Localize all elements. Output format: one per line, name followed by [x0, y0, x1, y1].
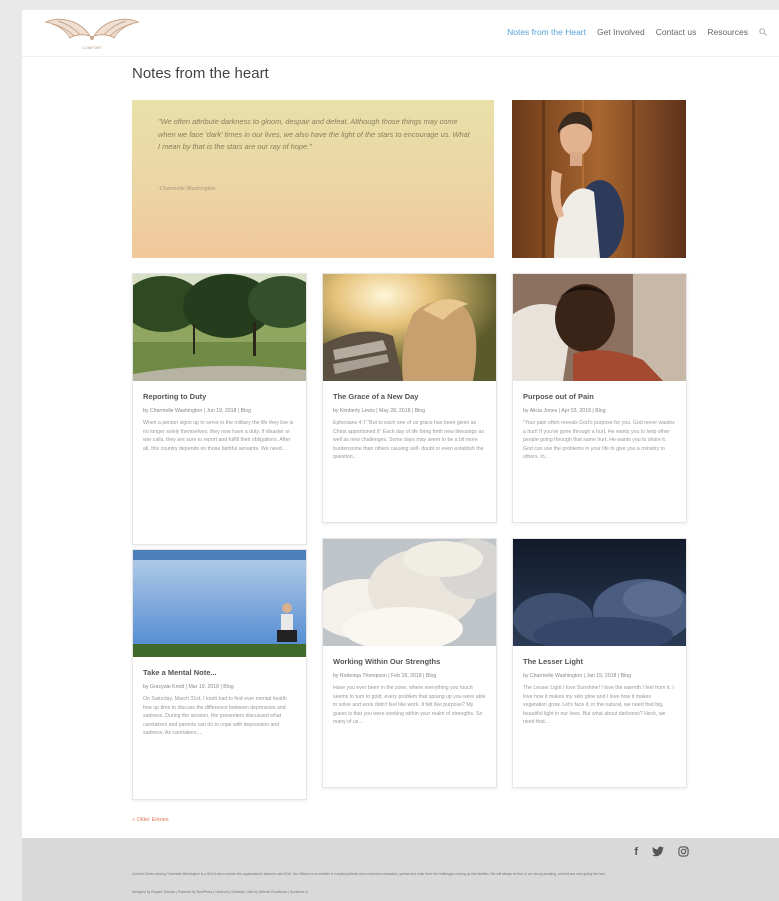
post-title[interactable]: The Grace of a New Day: [333, 392, 486, 401]
page-title: Notes from the heart: [132, 65, 269, 82]
post-excerpt: "Your pain often reveals God's purpose f…: [523, 420, 675, 460]
facebook-icon[interactable]: f: [634, 846, 638, 858]
post-card[interactable]: Purpose out of Pain by Alicia Jones | Ap…: [512, 273, 687, 523]
social-links: f: [634, 846, 689, 858]
search-icon[interactable]: [759, 28, 767, 36]
post-thumbnail[interactable]: [513, 539, 686, 646]
footer-credits: Designed by Elegant Themes | Powered by …: [132, 890, 309, 894]
post-meta: by Charmelle Washington | Jun 19, 2018 |…: [143, 408, 252, 414]
post-thumbnail[interactable]: [133, 274, 306, 381]
post-title[interactable]: Purpose out of Pain: [523, 392, 676, 401]
post-meta: by Roderiqa Thompson | Feb 18, 2018 | Bl…: [333, 673, 437, 679]
main-nav: Notes from the Heart Get Involved Contac…: [507, 27, 767, 37]
nav-item-get-involved[interactable]: Get Involved: [597, 27, 645, 37]
featured-quote-author: -Charmelle Washington-: [158, 186, 218, 192]
post-meta: by Gracyale Knott | Mar 19, 2018 | Blog: [143, 684, 234, 690]
featured-quote-card[interactable]: "We often attribute darkness to gloom, d…: [132, 100, 494, 258]
instagram-icon[interactable]: [678, 846, 689, 858]
older-entries-link[interactable]: « Older Entries: [132, 817, 169, 823]
post-card[interactable]: The Grace of a New Day by Kimberly Lewis…: [322, 273, 497, 523]
post-thumbnail[interactable]: [323, 274, 496, 381]
svg-text:COMFORT: COMFORT: [82, 45, 103, 50]
page: COMFORT Notes from the Heart Get Involve…: [22, 10, 779, 901]
site-logo[interactable]: COMFORT: [40, 12, 144, 52]
post-thumbnail[interactable]: [133, 550, 306, 657]
post-title[interactable]: Working Within Our Strengths: [333, 657, 486, 666]
post-meta: by Alicia Jones | Apr 03, 2018 | Blog: [523, 408, 606, 414]
twitter-icon[interactable]: [652, 846, 664, 858]
post-card[interactable]: Reporting to Duty by Charmelle Washingto…: [132, 273, 307, 545]
post-meta: by Charmelle Washington | Jan 15, 2018 |…: [523, 673, 632, 679]
post-title[interactable]: Reporting to Duty: [143, 392, 296, 401]
post-title[interactable]: The Lesser Light: [523, 657, 676, 666]
site-footer: f Comfort Givers serving Charmelle Washi…: [22, 838, 779, 901]
post-title[interactable]: Take a Mental Note...: [143, 668, 296, 677]
post-thumbnail[interactable]: [513, 274, 686, 381]
footer-mission-text: Comfort Givers serving Charmelle Washing…: [132, 872, 606, 876]
nav-item-resources[interactable]: Resources: [707, 27, 748, 37]
post-card[interactable]: Take a Mental Note... by Gracyale Knott …: [132, 549, 307, 800]
post-excerpt: Ephesians 4:7 "But to each one of us gra…: [333, 420, 484, 460]
post-excerpt: Have you ever been in the zone, where ev…: [333, 685, 486, 725]
post-excerpt: The Lesser Light I love Sunshine! I love…: [523, 685, 674, 725]
site-header: COMFORT Notes from the Heart Get Involve…: [22, 10, 779, 57]
featured-quote-text: "We often attribute darkness to gloom, d…: [158, 117, 470, 151]
post-meta: by Kimberly Lewis | May 28, 2018 | Blog: [333, 408, 426, 414]
featured-photo-girl[interactable]: [512, 100, 686, 258]
nav-item-contact-us[interactable]: Contact us: [656, 27, 697, 37]
post-excerpt: When a person signs up to serve in the m…: [143, 420, 294, 452]
post-excerpt: On Saturday, March 31st, I knelt had to …: [143, 696, 287, 736]
post-card[interactable]: Working Within Our Strengths by Roderiqa…: [322, 538, 497, 788]
nav-item-notes-from-the-heart[interactable]: Notes from the Heart: [507, 27, 586, 37]
post-thumbnail[interactable]: [323, 539, 496, 646]
post-card[interactable]: The Lesser Light by Charmelle Washington…: [512, 538, 687, 788]
